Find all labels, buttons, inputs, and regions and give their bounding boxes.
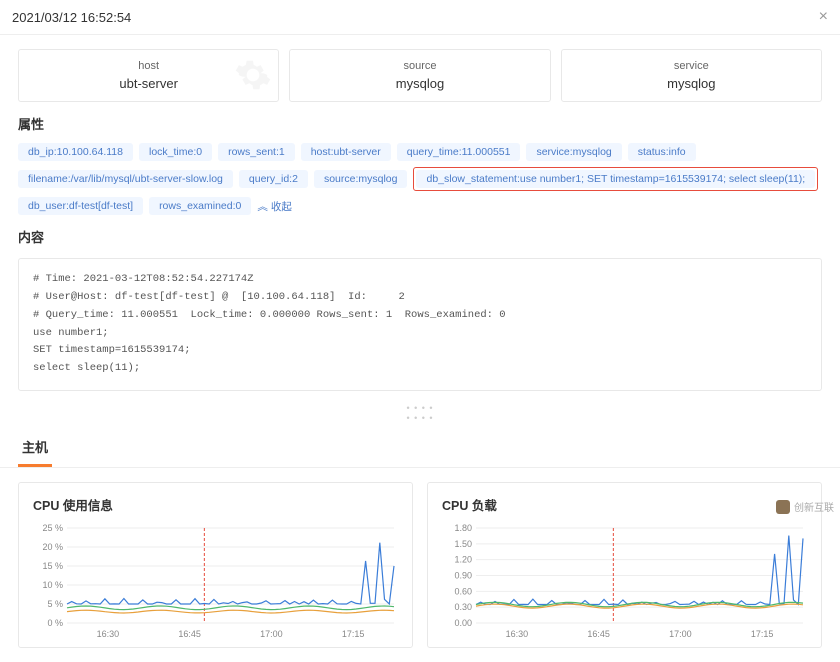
info-card-label: service (572, 60, 811, 72)
svg-text:1.80: 1.80 (454, 524, 472, 533)
watermark-icon (776, 500, 790, 514)
svg-text:16:30: 16:30 (506, 629, 529, 639)
info-card-value: mysqlog (300, 76, 539, 91)
header-bar: 2021/03/12 16:52:54 × (0, 0, 840, 35)
svg-text:25 %: 25 % (42, 524, 63, 533)
info-card-value: ubt-server (29, 76, 268, 91)
chart-svg-cpu-usage: 25 % 20 % 15 % 10 % 5 % 0 % 16:30 16:45 17:00 17:… (33, 524, 398, 639)
attribute-tag[interactable]: rows_sent:1 (218, 143, 295, 161)
drag-handle-icon[interactable]: • • • •• • • • (0, 401, 840, 429)
watermark-text: 创新互联 (794, 499, 834, 514)
info-card-source: source mysqlog (289, 49, 550, 102)
info-card-host: host ubt-server (18, 49, 279, 102)
attribute-tag-highlighted[interactable]: db_slow_statement:use number1; SET times… (413, 167, 818, 191)
svg-text:1.50: 1.50 (454, 539, 472, 549)
section-title-attrs: 属性 (0, 110, 840, 139)
svg-text:17:15: 17:15 (342, 629, 365, 639)
svg-text:0.30: 0.30 (454, 602, 472, 612)
svg-text:0.60: 0.60 (454, 586, 472, 596)
info-card-row: host ubt-server source mysqlog service m… (0, 35, 840, 110)
chart-cpu-usage: CPU 使用信息 25 % 20 % 15 % 10 % 5 % 0 % 16:30 16:4… (18, 482, 413, 648)
attribute-tag[interactable]: db_ip:10.100.64.118 (18, 143, 133, 161)
svg-text:17:15: 17:15 (751, 629, 774, 639)
attribute-tag[interactable]: query_time:11.000551 (397, 143, 521, 161)
chart-cpu-load: CPU 负载 1.80 1.50 1.20 0.90 0.60 0.30 0.00 16:30… (427, 482, 822, 648)
tab-host[interactable]: 主机 (18, 429, 52, 467)
charts-row: CPU 使用信息 25 % 20 % 15 % 10 % 5 % 0 % 16:30 16:4… (0, 468, 840, 662)
tabs-bar: 主机 (0, 429, 840, 468)
svg-text:1.20: 1.20 (454, 555, 472, 565)
info-card-label: host (29, 60, 268, 72)
attribute-tag[interactable]: lock_time:0 (139, 143, 212, 161)
attribute-tag[interactable]: service:mysqlog (526, 143, 621, 161)
chart-svg-cpu-load: 1.80 1.50 1.20 0.90 0.60 0.30 0.00 16:30 16:45 17… (442, 524, 807, 639)
chart-title: CPU 使用信息 (33, 495, 398, 514)
attribute-tag[interactable]: rows_examined:0 (149, 197, 251, 215)
svg-text:0.90: 0.90 (454, 571, 472, 581)
attribute-tag[interactable]: db_user:df-test[df-test] (18, 197, 143, 215)
attribute-tag[interactable]: db_slow_statement:use number1; SET times… (416, 170, 815, 188)
attribute-tag[interactable]: host:ubt-server (301, 143, 391, 161)
info-card-value: mysqlog (572, 76, 811, 91)
attribute-tag[interactable]: filename:/var/lib/mysql/ubt-server-slow.… (18, 170, 233, 188)
attribute-tag[interactable]: query_id:2 (239, 170, 308, 188)
svg-text:0.00: 0.00 (454, 618, 472, 628)
svg-text:17:00: 17:00 (260, 629, 283, 639)
info-card-label: source (300, 60, 539, 72)
gear-icon (234, 56, 272, 94)
svg-text:15 %: 15 % (42, 561, 63, 571)
svg-text:17:00: 17:00 (669, 629, 692, 639)
watermark: 创新互联 (776, 499, 834, 514)
close-icon[interactable]: × (819, 8, 828, 26)
content-box: # Time: 2021-03-12T08:52:54.227174Z # Us… (18, 258, 822, 391)
svg-text:20 %: 20 % (42, 542, 63, 552)
section-title-content: 内容 (0, 223, 840, 252)
svg-text:16:45: 16:45 (178, 629, 201, 639)
chevron-up-icon: ︽ (257, 199, 268, 214)
svg-text:16:30: 16:30 (97, 629, 120, 639)
chart-title: CPU 负载 (442, 495, 807, 514)
svg-text:16:45: 16:45 (587, 629, 610, 639)
header-timestamp: 2021/03/12 16:52:54 (12, 10, 131, 25)
svg-text:5 %: 5 % (47, 599, 63, 609)
collapse-link[interactable]: ︽ 收起 (257, 199, 292, 214)
attribute-tag[interactable]: source:mysqlog (314, 170, 408, 188)
tags-container: db_ip:10.100.64.118 lock_time:0 rows_sent:… (0, 139, 840, 223)
attribute-tag[interactable]: status:info (628, 143, 696, 161)
info-card-service: service mysqlog (561, 49, 822, 102)
svg-text:0 %: 0 % (47, 618, 63, 628)
svg-text:10 %: 10 % (42, 580, 63, 590)
